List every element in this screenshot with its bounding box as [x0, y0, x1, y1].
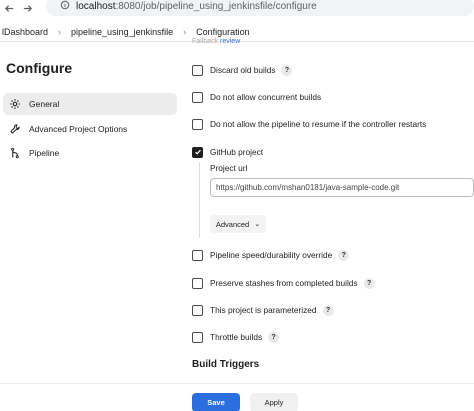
- sidebar-item-pipeline[interactable]: Pipeline: [3, 142, 177, 164]
- checkbox[interactable]: [192, 64, 203, 76]
- help-icon[interactable]: ?: [268, 331, 280, 343]
- option-preserve-stashes[interactable]: Preserve stashes from completed builds ?: [192, 276, 375, 290]
- breadcrumb-dashboard[interactable]: lDashboard: [0, 27, 50, 37]
- option-no-concurrent-builds[interactable]: Do not allow concurrent builds: [192, 90, 321, 104]
- url-host: localhost: [76, 0, 116, 12]
- option-no-resume-pipeline[interactable]: Do not allow the pipeline to resume if t…: [192, 117, 426, 131]
- faded-text: Fallback: [192, 38, 219, 45]
- apply-button[interactable]: Apply: [250, 393, 298, 411]
- chevron-down-icon: ⌄: [254, 221, 261, 228]
- site-info-icon[interactable]: [60, 0, 72, 12]
- help-icon[interactable]: ?: [322, 304, 334, 316]
- nested-section-line: [199, 162, 200, 238]
- address-bar[interactable]: localhost:8080/job/pipeline_using_jenkin…: [46, 0, 474, 16]
- faded-header-text: Fallback review: [192, 38, 240, 45]
- chevron-right-icon: ›: [58, 26, 62, 37]
- browser-toolbar: localhost:8080/job/pipeline_using_jenkin…: [0, 0, 474, 18]
- option-discard-old-builds[interactable]: Discard old builds ?: [192, 63, 293, 77]
- checkmark-icon: [194, 149, 201, 155]
- chevron-right-icon: ›: [183, 26, 187, 37]
- option-parameterized[interactable]: This project is parameterized ?: [192, 303, 334, 317]
- option-label: Throttle builds: [210, 332, 263, 342]
- option-label: Do not allow the pipeline to resume if t…: [210, 119, 427, 129]
- section-title-build-triggers: Build Triggers: [192, 359, 260, 370]
- option-label: GitHub project: [210, 147, 264, 157]
- pipeline-icon: [8, 147, 21, 160]
- help-icon[interactable]: ?: [338, 249, 350, 261]
- checkbox[interactable]: [192, 91, 203, 103]
- option-github-project[interactable]: GitHub project: [192, 145, 263, 159]
- action-bar: Save Apply: [0, 383, 474, 411]
- gear-icon: [8, 98, 21, 111]
- faded-link[interactable]: review: [220, 38, 240, 45]
- forward-arrow-icon[interactable]: [20, 1, 34, 15]
- sidebar-item-general[interactable]: General: [3, 93, 177, 115]
- checkbox-checked[interactable]: [192, 146, 203, 158]
- save-button[interactable]: Save: [192, 393, 240, 411]
- project-url-label: Project url: [210, 163, 248, 173]
- option-label: Do not allow concurrent builds: [210, 92, 322, 102]
- checkbox[interactable]: [192, 331, 203, 343]
- option-throttle-builds[interactable]: Throttle builds ?: [192, 330, 280, 344]
- option-pipeline-speed-override[interactable]: Pipeline speed/durability override ?: [192, 248, 350, 262]
- advanced-label: Advanced: [215, 219, 250, 229]
- sidebar-item-label: Pipeline: [29, 148, 60, 158]
- advanced-button[interactable]: Advanced ⌄: [210, 215, 266, 233]
- back-arrow-icon[interactable]: [2, 1, 16, 15]
- url-path: :8080/job/pipeline_using_jenkinsfile/con…: [115, 0, 317, 12]
- help-icon[interactable]: ?: [363, 277, 375, 289]
- checkbox[interactable]: [192, 304, 203, 316]
- wrench-icon: [8, 123, 21, 136]
- checkbox[interactable]: [192, 118, 203, 130]
- help-icon[interactable]: ?: [281, 64, 293, 76]
- breadcrumb-job[interactable]: pipeline_using_jenkinsfile: [69, 27, 175, 37]
- breadcrumb-configuration[interactable]: Configuration: [194, 27, 252, 37]
- option-label: Pipeline speed/durability override: [210, 250, 333, 260]
- checkbox[interactable]: [192, 277, 203, 289]
- page-title: Configure: [6, 60, 73, 76]
- project-url-input[interactable]: https://github.com/mshan0181/java-sample…: [210, 178, 474, 197]
- option-label: Preserve stashes from completed builds: [210, 278, 358, 288]
- sidebar-item-label: General: [29, 99, 60, 109]
- sidebar-item-advanced-project-options[interactable]: Advanced Project Options: [3, 118, 177, 140]
- option-label: Discard old builds: [210, 65, 276, 75]
- checkbox[interactable]: [192, 249, 203, 261]
- sidebar-item-label: Advanced Project Options: [29, 124, 128, 134]
- option-label: This project is parameterized: [210, 305, 317, 315]
